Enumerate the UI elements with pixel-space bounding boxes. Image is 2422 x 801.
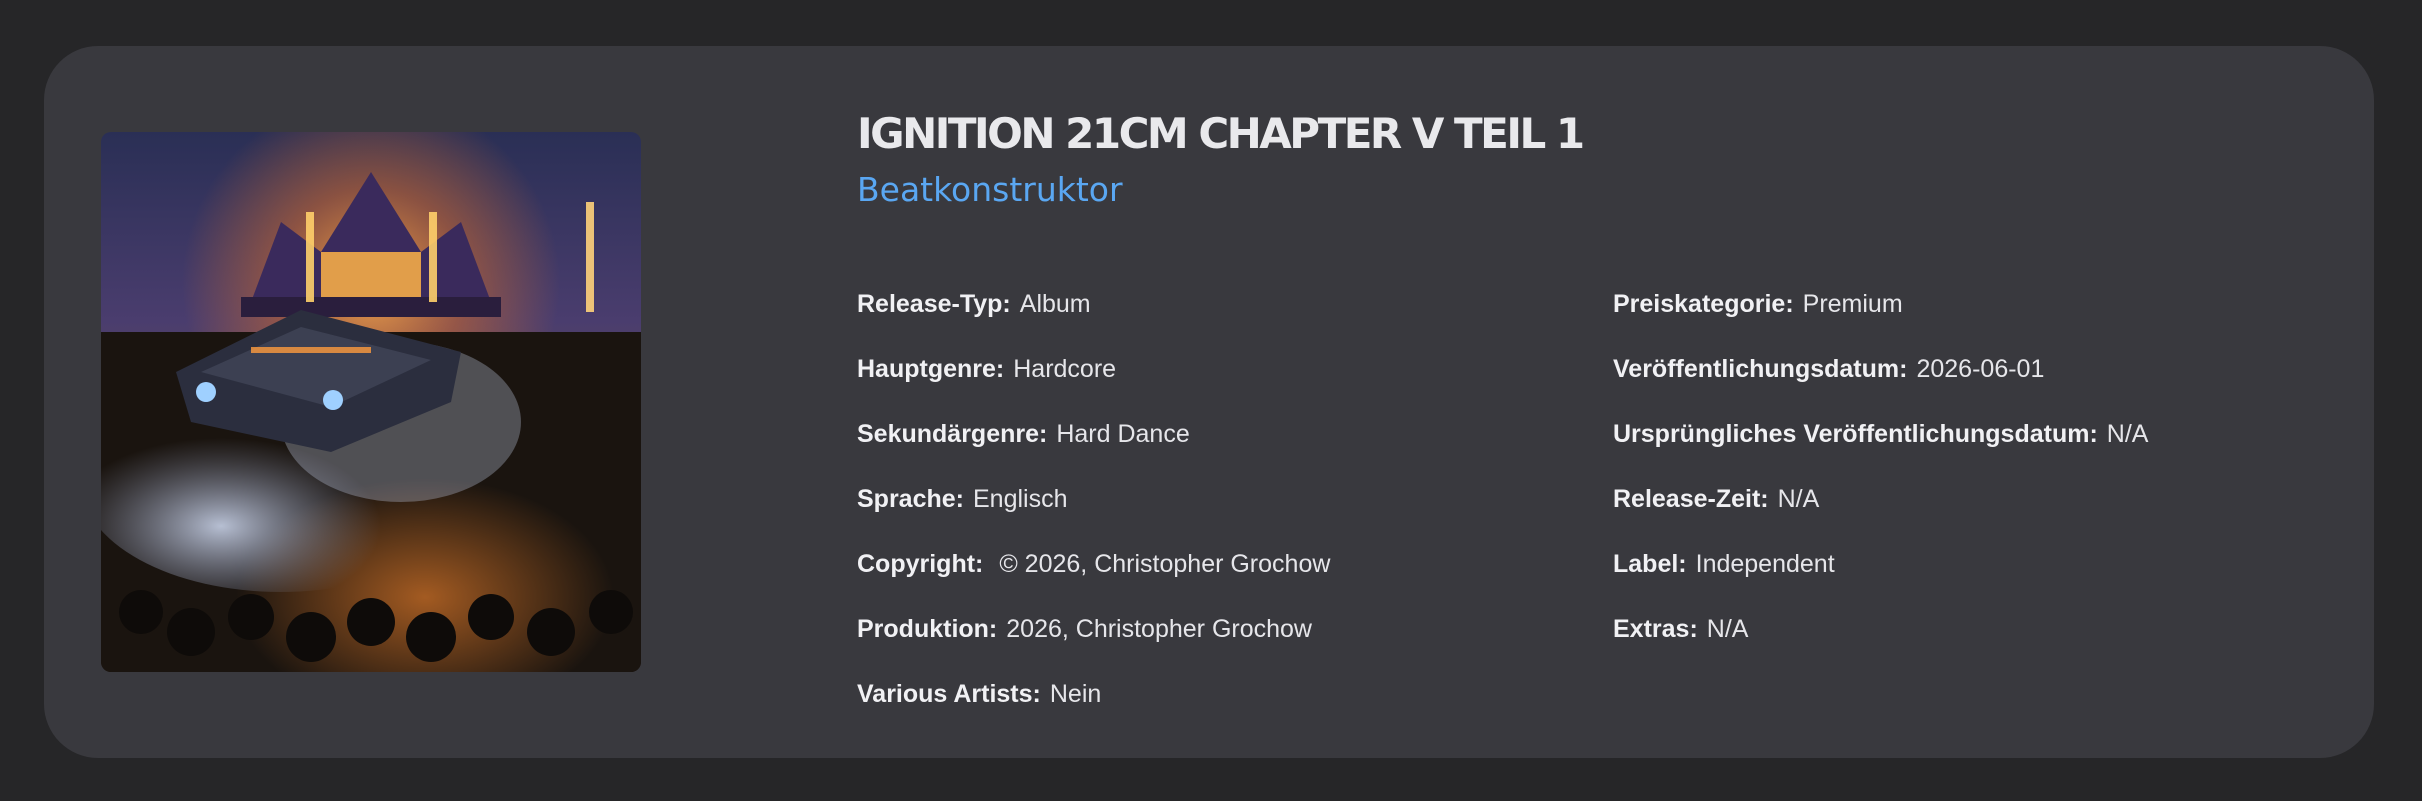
detail-value: N/A — [2106, 420, 2149, 448]
artist-link[interactable]: Beatkonstruktor — [857, 164, 2337, 216]
detail-value: Premium — [1802, 290, 1903, 318]
detail-label: Veröffentlichungsdatum: — [1613, 355, 1908, 383]
detail-label: Ursprüngliches Veröffentlichungsdatum: — [1613, 420, 2098, 448]
detail-label: Release-Typ: — [857, 290, 1011, 318]
detail-value: 2026, Christopher Grochow — [1006, 615, 1312, 643]
detail-value: Hard Dance — [1056, 420, 1190, 448]
detail-extras: Extras: N/A — [1613, 614, 2148, 679]
detail-copyright: Copyright: © 2026, Christopher Grochow — [857, 549, 1330, 614]
cover-art-image — [101, 132, 641, 672]
detail-label: Release-Zeit: — [1613, 485, 1769, 513]
detail-secondary-genre: Sekundärgenre: Hard Dance — [857, 419, 1330, 484]
detail-value: Hardcore — [1013, 355, 1117, 383]
detail-release-date: Veröffentlichungsdatum: 2026-06-01 — [1613, 354, 2148, 419]
detail-value: © 2026, Christopher Grochow — [992, 550, 1331, 578]
detail-label: Hauptgenre: — [857, 355, 1005, 383]
detail-label: Extras: — [1613, 615, 1698, 643]
details-column-right: Preiskategorie: Premium Veröffentlichungs… — [1613, 289, 2148, 679]
detail-main-genre: Hauptgenre: Hardcore — [857, 354, 1330, 419]
detail-label: Label: — [1613, 550, 1687, 578]
detail-value: 2026-06-01 — [1916, 355, 2045, 383]
detail-release-type: Release-Typ: Album — [857, 289, 1330, 354]
detail-value: Nein — [1049, 680, 1102, 708]
detail-various-artists: Various Artists: Nein — [857, 679, 1330, 744]
detail-production: Produktion: 2026, Christopher Grochow — [857, 614, 1330, 679]
details-column-left: Release-Typ: Album Hauptgenre: Hardcore Se… — [857, 289, 1330, 744]
detail-value: N/A — [1777, 485, 1820, 513]
detail-label-name: Label: Independent — [1613, 549, 2148, 614]
detail-label: Produktion: — [857, 615, 998, 643]
release-card: IGNITION 21CM CHAPTER V TEIL 1 Beatkonst… — [44, 46, 2374, 758]
detail-release-time: Release-Zeit: N/A — [1613, 484, 2148, 549]
detail-label: Preiskategorie: — [1613, 290, 1794, 318]
detail-label: Copyright: — [857, 550, 984, 578]
detail-original-release-date: Ursprüngliches Veröffentlichungsdatum: N/… — [1613, 419, 2148, 484]
release-title: IGNITION 21CM CHAPTER V TEIL 1 — [857, 109, 1585, 158]
detail-label: Various Artists: — [857, 680, 1041, 708]
detail-value: N/A — [1706, 615, 1749, 643]
detail-value: Independent — [1695, 550, 1835, 578]
detail-label: Sekundärgenre: — [857, 420, 1048, 448]
detail-language: Sprache: Englisch — [857, 484, 1330, 549]
detail-label: Sprache: — [857, 485, 964, 513]
detail-price-category: Preiskategorie: Premium — [1613, 289, 2148, 354]
detail-value: Englisch — [972, 485, 1068, 513]
release-info: IGNITION 21CM CHAPTER V TEIL 1 Beatkonst… — [857, 104, 2337, 708]
detail-value: Album — [1019, 290, 1091, 318]
